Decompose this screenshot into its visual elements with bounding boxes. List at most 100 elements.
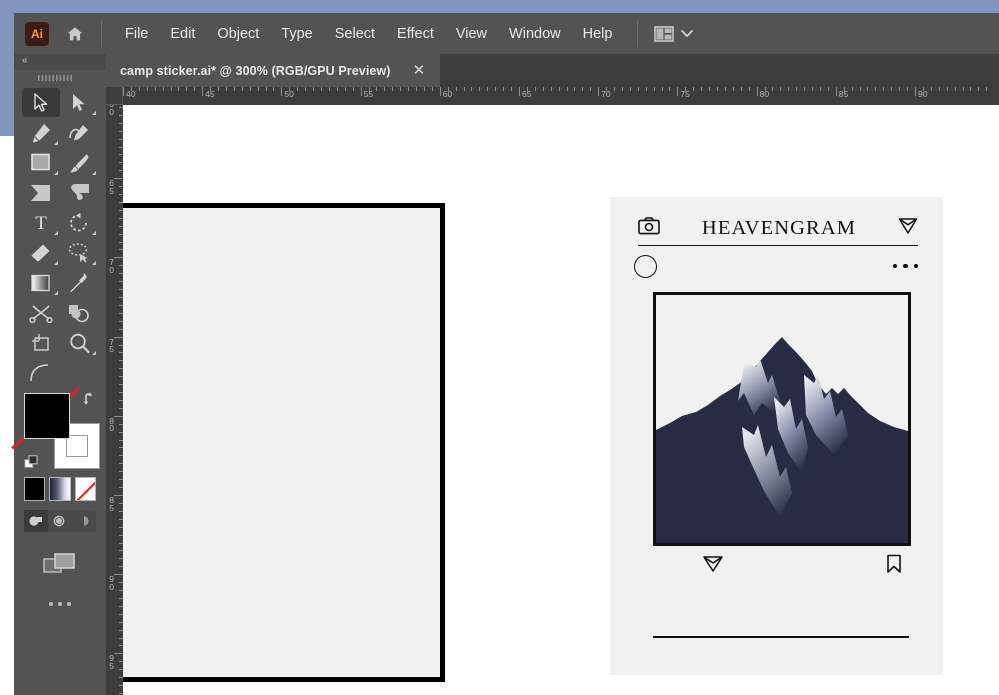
zoom-tool[interactable] — [60, 328, 98, 357]
camera-icon — [638, 217, 660, 240]
ruler-tick-minor — [867, 87, 869, 91]
ruler-tick-minor — [590, 87, 592, 91]
ruler-tick-minor — [225, 87, 227, 91]
ruler-tick-minor — [146, 87, 148, 91]
card-caption-rule — [653, 636, 909, 638]
illustrator-window: Ai File Edit Object Type Select Effect V… — [0, 0, 999, 695]
collapse-panel-button[interactable]: « — [14, 54, 106, 70]
color-mode-button[interactable] — [24, 477, 46, 501]
default-fill-stroke-icon[interactable] — [24, 455, 40, 471]
eyedropper-tool[interactable] — [60, 268, 98, 297]
gradient-mode-button[interactable] — [49, 477, 71, 501]
ruler-tick-minor — [582, 87, 584, 91]
close-icon[interactable]: ✕ — [413, 63, 426, 78]
shaper-tool[interactable] — [22, 178, 60, 207]
heavengram-card[interactable]: HEAVENGRAM — [610, 197, 943, 675]
selection-tool[interactable] — [22, 88, 60, 117]
ruler-tick-minor — [400, 87, 402, 91]
menu-item-help[interactable]: Help — [572, 21, 624, 47]
rectangle-tool[interactable] — [22, 148, 60, 177]
paper-plane-icon[interactable] — [702, 554, 724, 579]
swap-fill-stroke-icon[interactable] — [82, 391, 98, 407]
menu-item-view[interactable]: View — [445, 21, 498, 47]
ruler-tick-minor — [661, 87, 663, 91]
none-slash-icon — [75, 478, 95, 500]
menu-item-type[interactable]: Type — [270, 21, 323, 47]
tool-empty-slot — [60, 358, 98, 387]
ruler-tick-minor — [922, 87, 924, 91]
menu-item-object[interactable]: Object — [206, 21, 270, 47]
ruler-tick-minor — [732, 87, 734, 91]
ruler-tick-minor — [764, 87, 766, 91]
menu-item-effect[interactable]: Effect — [386, 21, 445, 47]
fill-swatch[interactable] — [24, 393, 70, 439]
app-logo-icon[interactable]: Ai — [25, 21, 49, 46]
desktop-background-left — [0, 0, 14, 136]
screen-mode-button[interactable] — [14, 550, 106, 578]
menu-item-window[interactable]: Window — [498, 21, 572, 47]
arc-tool[interactable] — [22, 358, 60, 387]
ruler-tick-minor — [574, 87, 576, 91]
ruler-tick-minor — [740, 87, 742, 91]
ruler-tick-major — [114, 415, 123, 417]
tool-flyout-indicator-icon — [92, 351, 96, 355]
artboard[interactable] — [123, 203, 445, 682]
menu-item-select[interactable]: Select — [324, 21, 386, 47]
shape-builder-tool[interactable] — [60, 298, 98, 327]
edit-toolbar-button[interactable] — [14, 602, 106, 606]
workspace-switcher[interactable] — [654, 25, 694, 42]
horizontal-ruler[interactable]: 40 45 50 55 60 65 70 75 80 85 90 — [106, 87, 999, 105]
menu-item-file[interactable]: File — [114, 21, 159, 47]
ruler-tick-major — [114, 336, 123, 338]
ruler-tick-major — [360, 87, 362, 96]
ruler-tick-minor — [249, 87, 251, 91]
ruler-tick-minor — [709, 87, 711, 91]
curvature-tool[interactable] — [60, 118, 98, 147]
document-canvas[interactable]: HEAVENGRAM — [123, 105, 999, 695]
ruler-tick-minor — [511, 87, 513, 91]
none-mode-button[interactable] — [74, 477, 96, 501]
card-title: HEAVENGRAM — [701, 217, 857, 239]
avatar[interactable] — [634, 254, 657, 278]
blob-brush-tool[interactable] — [60, 178, 98, 207]
ruler-tick-major — [123, 87, 124, 96]
ruler-tick-minor — [970, 87, 972, 91]
scissors-tool[interactable] — [22, 298, 60, 327]
ruler-tick-minor — [724, 87, 726, 91]
home-icon[interactable] — [65, 24, 85, 44]
more-options-icon[interactable] — [892, 263, 918, 269]
ruler-tick-minor — [629, 87, 631, 91]
panel-grip[interactable] — [14, 70, 106, 86]
pen-tool[interactable] — [22, 118, 60, 147]
draw-behind-button[interactable] — [48, 510, 72, 532]
gradient-tool[interactable] — [22, 268, 60, 297]
ruler-tick-minor — [344, 87, 346, 91]
draw-inside-button[interactable] — [72, 510, 96, 532]
direct-selection-tool[interactable] — [60, 88, 98, 117]
draw-normal-button[interactable] — [24, 510, 48, 532]
ruler-tick-minor — [637, 87, 639, 91]
menu-item-edit[interactable]: Edit — [159, 21, 206, 47]
ruler-tick-minor — [701, 87, 703, 91]
ruler-tick-minor — [542, 87, 544, 91]
ruler-tick-minor — [883, 87, 885, 91]
ruler-tick-minor — [606, 87, 608, 91]
ruler-tick-minor — [186, 87, 188, 91]
paintbrush-tool[interactable] — [60, 148, 98, 177]
vertical-ruler[interactable]: 6065707580859095 — [106, 87, 123, 695]
lasso-tool[interactable] — [60, 238, 98, 267]
artboard-tool[interactable] — [22, 328, 60, 357]
ruler-tick-minor — [431, 87, 433, 91]
eraser-tool[interactable] — [22, 238, 60, 267]
document-tab-title: camp sticker.ai* @ 300% (RGB/GPU Preview… — [120, 63, 391, 78]
type-tool[interactable]: T — [22, 208, 60, 237]
ruler-tick-minor — [352, 87, 354, 91]
bookmark-icon[interactable] — [886, 554, 902, 579]
ruler-origin-corner[interactable] — [106, 87, 123, 105]
document-tab[interactable]: camp sticker.ai* @ 300% (RGB/GPU Preview… — [106, 54, 440, 87]
card-photo[interactable] — [653, 292, 911, 546]
rotate-tool[interactable] — [60, 208, 98, 237]
ruler-tick-minor — [408, 87, 410, 91]
ruler-tick-minor — [685, 87, 687, 91]
ruler-tick-minor — [534, 87, 536, 91]
